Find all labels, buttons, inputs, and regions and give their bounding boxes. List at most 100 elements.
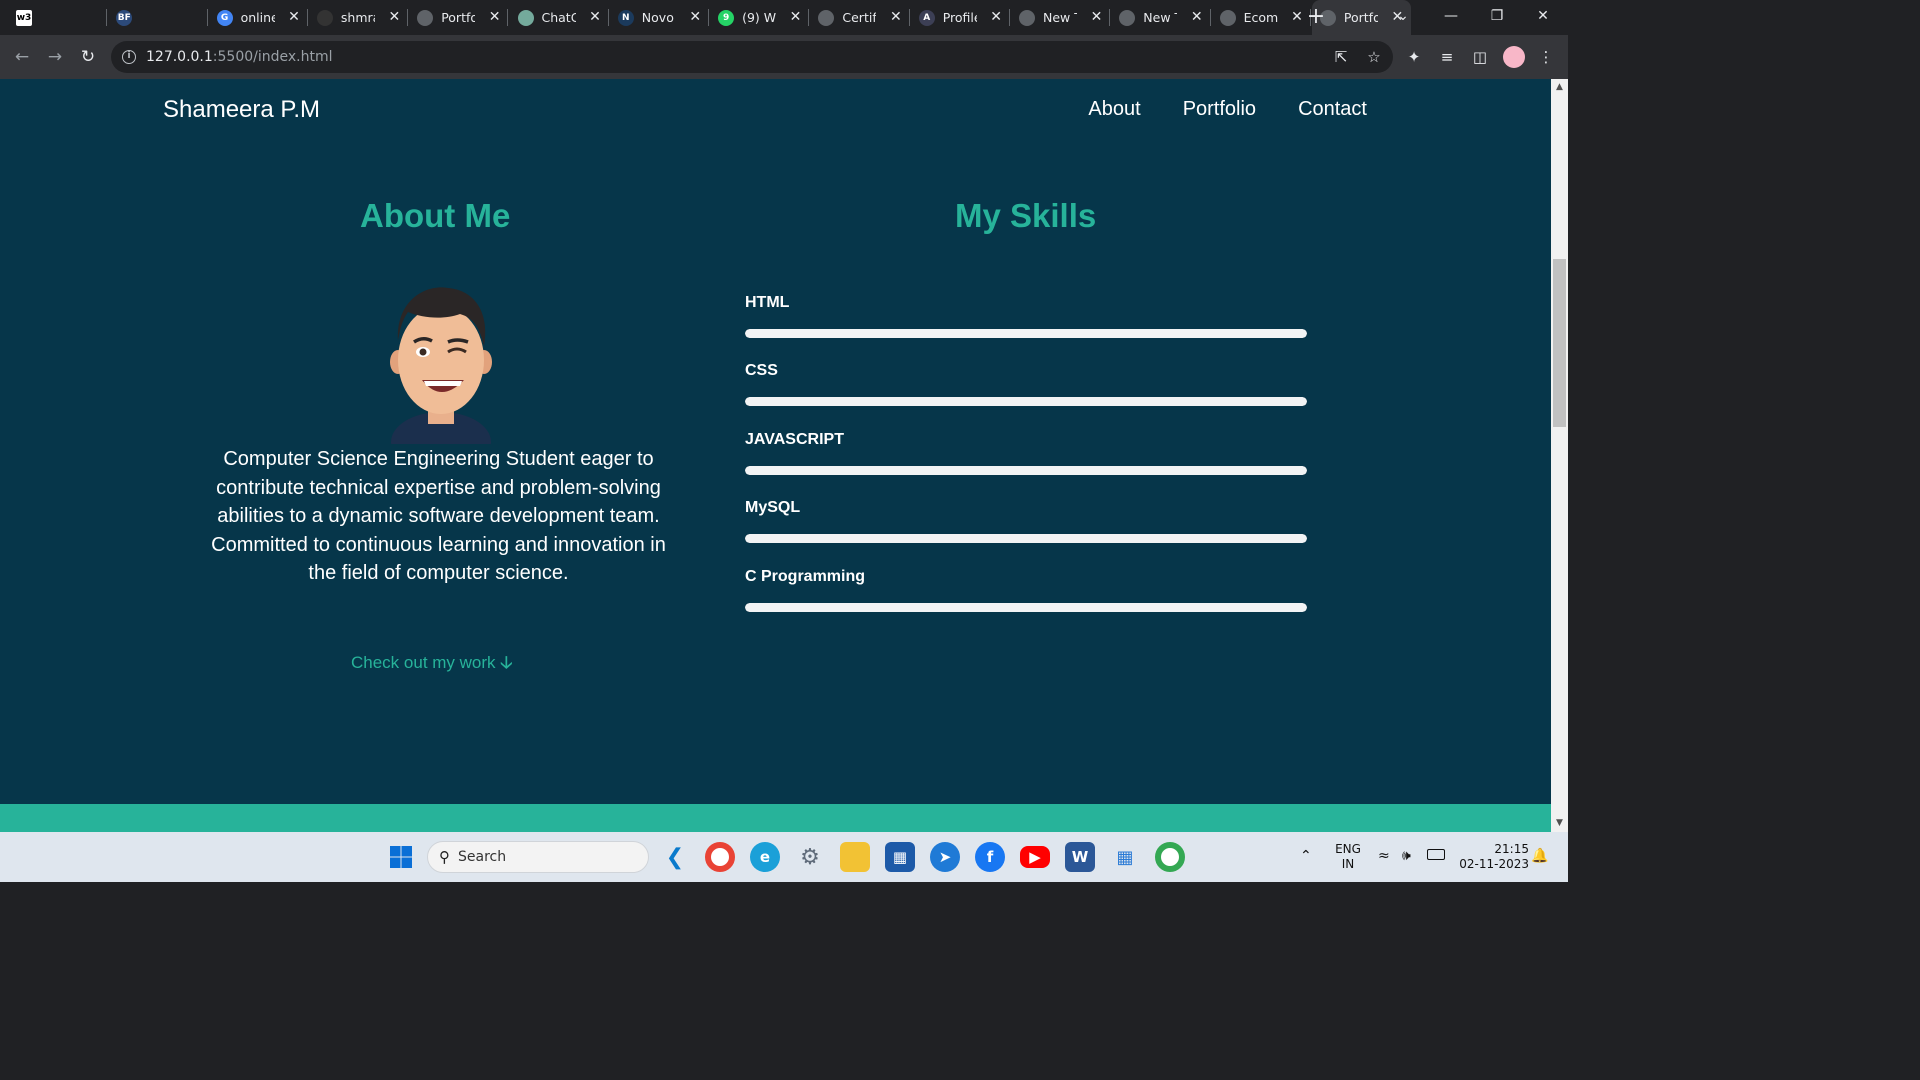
media-control-icon[interactable]: ≡ bbox=[1437, 47, 1457, 67]
nav-portfolio[interactable]: Portfolio bbox=[1183, 98, 1256, 121]
browser-tab[interactable]: Portfo ✕ bbox=[409, 0, 509, 35]
skill-progress-fill bbox=[745, 603, 1307, 612]
wifi-icon[interactable]: ≈ bbox=[1378, 848, 1390, 864]
windows-start-icon[interactable] bbox=[386, 842, 416, 872]
browser-tab[interactable]: w3 bbox=[8, 0, 108, 35]
tab-search-icon[interactable]: ⌄ bbox=[1380, 0, 1426, 35]
close-window-icon[interactable]: ✕ bbox=[1520, 0, 1566, 35]
nav-contact[interactable]: Contact bbox=[1298, 98, 1367, 121]
browser-tab[interactable]: Ecom ✕ bbox=[1212, 0, 1311, 35]
tray-expand-icon[interactable]: ⌃ bbox=[1300, 848, 1312, 864]
site-brand[interactable]: Shameera P.M bbox=[163, 96, 320, 124]
tab-separator bbox=[507, 9, 509, 26]
monitor-app-icon[interactable]: ▦ bbox=[1110, 842, 1140, 872]
extensions-icon[interactable]: ✦ bbox=[1404, 47, 1424, 67]
browser-tab[interactable]: 9 (9) W ✕ bbox=[710, 0, 810, 35]
tab-title: (9) W bbox=[742, 10, 777, 25]
about-description: Computer Science Engineering Student eag… bbox=[211, 448, 666, 585]
chrome-icon[interactable] bbox=[705, 842, 735, 872]
lang-primary: ENG bbox=[1335, 842, 1361, 856]
profile-avatar-icon[interactable] bbox=[1503, 46, 1525, 68]
close-tab-icon[interactable]: ✕ bbox=[790, 9, 802, 25]
whatsapp-icon: 9 bbox=[718, 9, 735, 26]
close-tab-icon[interactable]: ✕ bbox=[1291, 9, 1303, 25]
language-indicator[interactable]: ENG IN bbox=[1332, 842, 1364, 872]
scroll-thumb[interactable] bbox=[1553, 259, 1566, 427]
scroll-down-arrow-icon[interactable]: ▼ bbox=[1551, 815, 1568, 832]
close-tab-icon[interactable]: ✕ bbox=[689, 9, 701, 25]
youtube-icon[interactable]: ▶ bbox=[1020, 846, 1050, 868]
share-icon[interactable]: ⇱ bbox=[1331, 47, 1351, 67]
browser-tab[interactable]: BF bbox=[108, 0, 208, 35]
new-tab-button[interactable]: + bbox=[1303, 4, 1329, 30]
restore-icon[interactable]: ❐ bbox=[1474, 0, 1520, 35]
tab-separator bbox=[206, 9, 208, 26]
clock-time: 21:15 bbox=[1494, 842, 1529, 856]
browser-tab[interactable]: N Novo ✕ bbox=[610, 0, 710, 35]
side-panel-icon[interactable]: ◫ bbox=[1470, 47, 1490, 67]
close-tab-icon[interactable]: ✕ bbox=[1191, 9, 1203, 25]
globe-icon bbox=[417, 9, 434, 26]
file-explorer-icon[interactable] bbox=[840, 842, 870, 872]
menu-kebab-icon[interactable]: ⋮ bbox=[1536, 47, 1556, 67]
browser-tab[interactable]: New T ✕ bbox=[1011, 0, 1111, 35]
close-tab-icon[interactable]: ✕ bbox=[589, 9, 601, 25]
bookmark-star-icon[interactable]: ☆ bbox=[1364, 47, 1384, 67]
skills-heading: My Skills bbox=[955, 197, 1097, 234]
facebook-icon[interactable]: f bbox=[975, 842, 1005, 872]
url-path: :5500/index.html bbox=[212, 49, 333, 65]
vscode-icon[interactable]: ❮ bbox=[660, 842, 690, 872]
battery-icon[interactable] bbox=[1427, 849, 1445, 860]
microsoft-store-icon[interactable]: ▦ bbox=[885, 842, 915, 872]
skill-item: HTML bbox=[745, 294, 1307, 338]
page-scrollbar[interactable]: ▲ ▼ bbox=[1551, 79, 1568, 832]
close-tab-icon[interactable]: ✕ bbox=[288, 9, 300, 25]
check-out-work-link[interactable]: Check out my work 🡣 bbox=[351, 650, 513, 679]
address-bar[interactable]: i 127.0.0.1:5500/index.html bbox=[111, 41, 1393, 73]
avatar-image bbox=[390, 287, 492, 444]
tab-separator bbox=[808, 9, 810, 26]
site-info-icon[interactable]: i bbox=[122, 50, 136, 64]
close-tab-icon[interactable]: ✕ bbox=[1091, 9, 1103, 25]
settings-gear-icon[interactable]: ⚙ bbox=[795, 842, 825, 872]
close-tab-icon[interactable]: ✕ bbox=[990, 9, 1002, 25]
browser-tab[interactable]: shmra ✕ bbox=[309, 0, 409, 35]
tab-separator bbox=[306, 9, 308, 26]
globe-icon bbox=[818, 9, 835, 26]
app-icon[interactable]: ➤ bbox=[930, 842, 960, 872]
skill-item: MySQL bbox=[745, 499, 1307, 543]
browser-tab[interactable]: A Profile ✕ bbox=[911, 0, 1010, 35]
scroll-up-arrow-icon[interactable]: ▲ bbox=[1551, 79, 1568, 96]
browser-tab[interactable]: ChatG ✕ bbox=[510, 0, 609, 35]
chrome-profile-icon[interactable] bbox=[1155, 842, 1185, 872]
browser-tab[interactable]: New T ✕ bbox=[1111, 0, 1211, 35]
tab-title: online bbox=[240, 10, 275, 25]
forward-icon[interactable]: → bbox=[43, 45, 67, 69]
skill-name: MySQL bbox=[745, 499, 801, 516]
lang-secondary: IN bbox=[1341, 857, 1355, 871]
taskbar-search-label: Search bbox=[458, 849, 507, 865]
tab-separator bbox=[607, 9, 609, 26]
close-tab-icon[interactable]: ✕ bbox=[890, 9, 902, 25]
word-icon[interactable]: W bbox=[1065, 842, 1095, 872]
volume-icon[interactable]: 🕪 bbox=[1402, 848, 1411, 864]
back-icon[interactable]: ← bbox=[10, 45, 34, 69]
reload-icon[interactable]: ↻ bbox=[76, 45, 100, 69]
about-heading: About Me bbox=[360, 197, 511, 234]
taskbar-search[interactable]: ⚲ Search bbox=[427, 841, 649, 873]
close-tab-icon[interactable]: ✕ bbox=[489, 9, 501, 25]
nav-about[interactable]: About bbox=[1088, 98, 1140, 121]
notification-bell-icon[interactable]: 🔔 bbox=[1531, 848, 1548, 864]
browser-tab[interactable]: Certifi ✕ bbox=[810, 0, 910, 35]
close-tab-icon[interactable]: ✕ bbox=[388, 9, 400, 25]
tab-title: Ecom bbox=[1243, 10, 1278, 25]
tab-separator bbox=[1008, 9, 1010, 26]
browser-tab[interactable]: Gonline ✕ bbox=[209, 0, 308, 35]
edge-icon[interactable]: e bbox=[750, 842, 780, 872]
tab-separator bbox=[1109, 9, 1111, 26]
tab-separator bbox=[1209, 9, 1211, 26]
minimize-icon[interactable]: — bbox=[1428, 0, 1474, 35]
clock[interactable]: 21:15 02-11-2023 bbox=[1455, 842, 1529, 872]
tab-separator bbox=[708, 9, 710, 26]
novo-icon: N bbox=[617, 9, 634, 26]
